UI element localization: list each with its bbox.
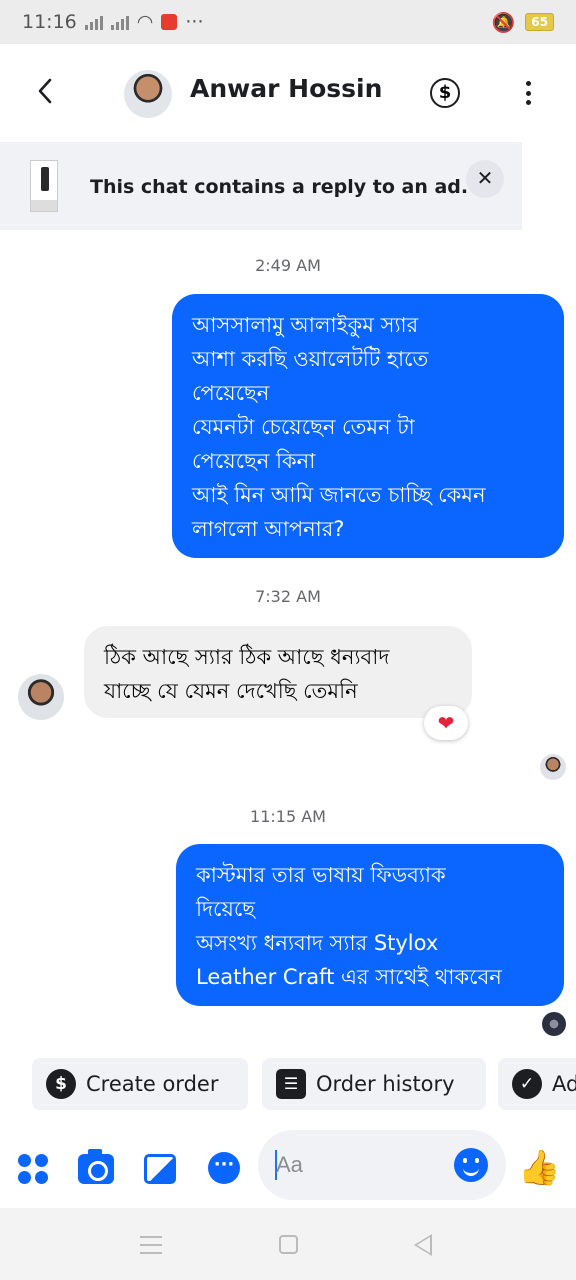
more-options-icon[interactable]: [518, 78, 538, 108]
check-icon: ✓: [512, 1069, 542, 1099]
message-line: দিয়েছে: [196, 897, 256, 921]
menu-grid-icon[interactable]: [18, 1154, 48, 1184]
ad-thumbnail[interactable]: [30, 160, 58, 212]
message-line: পেয়েছেন কিনা: [192, 449, 316, 473]
message-line: পেয়েছেন: [192, 381, 270, 405]
payment-dollar-icon[interactable]: $: [430, 78, 460, 108]
seen-receipt-avatar: [540, 754, 566, 780]
dollar-icon: $: [46, 1069, 76, 1099]
message-line: ঠিক আছে স্যার ঠিক আছে ধন্যবাদ: [104, 645, 390, 669]
ad-reply-banner: This chat contains a reply to an ad.: [0, 142, 522, 230]
chip-label: Order history: [316, 1072, 455, 1096]
close-icon[interactable]: ✕: [466, 160, 504, 198]
emoji-icon[interactable]: [454, 1148, 488, 1182]
contact-name[interactable]: Anwar Hossin: [190, 74, 382, 103]
wifi-icon: ◠: [136, 11, 154, 33]
chip-label: Ad: [552, 1072, 576, 1096]
battery-level: 65: [525, 13, 554, 31]
outgoing-message-bubble[interactable]: কাস্টমার তার ভাষায় ফিডব্যাক দিয়েছে অসং…: [176, 844, 564, 1006]
message-composer: ··· 👍: [0, 1126, 576, 1206]
system-navigation-bar: [0, 1208, 576, 1280]
message-timestamp: 2:49 AM: [255, 256, 321, 275]
signal-icon: [110, 14, 129, 30]
heart-reaction-icon[interactable]: ❤: [424, 706, 468, 740]
status-time: 11:16: [22, 11, 77, 33]
message-timestamp: 11:15 AM: [250, 807, 326, 826]
home-icon[interactable]: [279, 1235, 298, 1254]
gallery-icon[interactable]: [144, 1154, 176, 1184]
message-line: Leather Craft এর সাথেই থাকবেন: [196, 965, 502, 989]
incoming-message-bubble[interactable]: ঠিক আছে স্যার ঠিক আছে ধন্যবাদ যাচ্ছে যে …: [84, 626, 472, 718]
seen-receipt-avatar: [542, 1012, 566, 1036]
message-line: কাস্টমার তার ভাষায় ফিডব্যাক: [196, 863, 446, 887]
message-line: যাচ্ছে যে যেমন দেখেছি তেমনি: [104, 679, 358, 703]
message-line: যেমনটা চেয়েছেন তেমন টা: [192, 415, 415, 439]
saved-replies-icon[interactable]: ···: [208, 1152, 240, 1184]
chip-label: Create order: [86, 1072, 219, 1096]
message-line: লাগলো আপনার?: [192, 517, 345, 541]
sender-avatar[interactable]: [18, 674, 64, 720]
mute-icon: 🔕: [491, 11, 516, 34]
like-thumbs-up-icon[interactable]: 👍: [518, 1148, 560, 1188]
message-line: আই মিন আমি জানতে চাচ্ছি কেমন: [192, 483, 486, 507]
message-timestamp: 7:32 AM: [255, 587, 321, 606]
message-line: আশা করছি ওয়ালেটটি হাতে: [192, 347, 429, 371]
signal-icon: [84, 14, 103, 30]
system-back-icon[interactable]: [414, 1234, 432, 1256]
back-arrow-icon[interactable]: [30, 74, 64, 108]
app-notification-icon: [161, 14, 178, 30]
message-input-box[interactable]: [258, 1130, 506, 1200]
chat-header: Anwar Hossin $: [0, 44, 576, 140]
ad-reply-notice-text: This chat contains a reply to an ad.: [90, 176, 469, 198]
list-icon: ☰: [276, 1069, 306, 1099]
recent-apps-icon[interactable]: [140, 1236, 162, 1254]
message-line: আসসালামু আলাইকুম স্যার: [192, 313, 419, 337]
status-bar: 11:16 ◠ ··· 🔕 65: [0, 0, 576, 44]
message-line: অসংখ্য ধন্যবাদ স্যার Stylox: [196, 931, 439, 955]
status-overflow: ···: [185, 11, 204, 33]
order-history-button[interactable]: ☰ Order history: [262, 1058, 486, 1110]
create-order-button[interactable]: $ Create order: [32, 1058, 248, 1110]
outgoing-message-bubble[interactable]: আসসালামু আলাইকুম স্যার আশা করছি ওয়ালেটট…: [172, 294, 564, 558]
ad-action-button[interactable]: ✓ Ad: [498, 1058, 576, 1110]
contact-avatar[interactable]: [124, 70, 172, 118]
camera-icon[interactable]: [78, 1149, 114, 1184]
message-input[interactable]: [276, 1150, 446, 1180]
